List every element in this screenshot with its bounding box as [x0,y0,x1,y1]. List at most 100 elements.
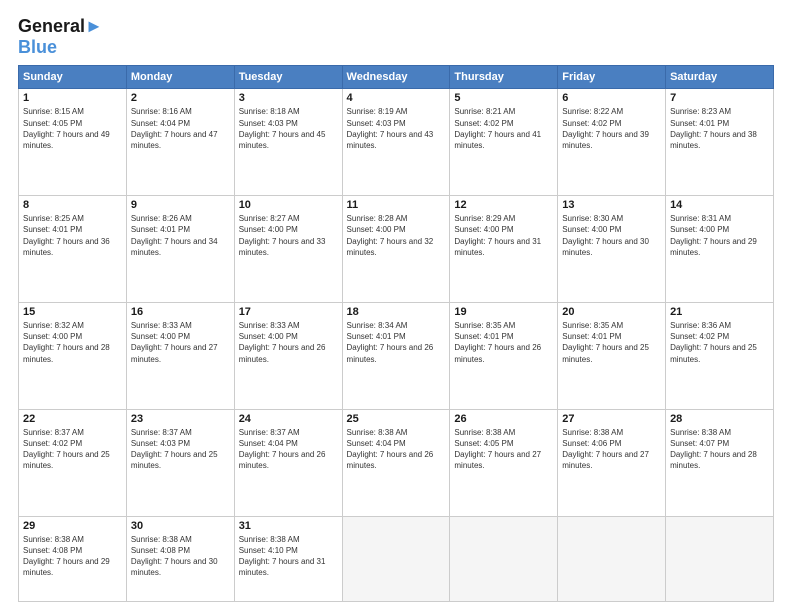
day-cell-15: 15 Sunrise: 8:32 AMSunset: 4:00 PMDayligh… [19,302,127,409]
day-cell-3: 3 Sunrise: 8:18 AMSunset: 4:03 PMDaylight… [234,89,342,196]
day-cell-1: 1 Sunrise: 8:15 AMSunset: 4:05 PMDaylight… [19,89,127,196]
header: General► Blue [18,16,774,57]
day-number: 22 [23,413,122,425]
week-row-3: 15 Sunrise: 8:32 AMSunset: 4:00 PMDayligh… [19,302,774,409]
day-info: Sunrise: 8:27 AMSunset: 4:00 PMDaylight:… [239,214,326,257]
day-number: 6 [562,92,661,104]
day-cell-4: 4 Sunrise: 8:19 AMSunset: 4:03 PMDaylight… [342,89,450,196]
day-cell-5: 5 Sunrise: 8:21 AMSunset: 4:02 PMDaylight… [450,89,558,196]
day-number: 1 [23,92,122,104]
day-info: Sunrise: 8:19 AMSunset: 4:03 PMDaylight:… [347,107,434,150]
day-number: 31 [239,520,338,532]
day-info: Sunrise: 8:32 AMSunset: 4:00 PMDaylight:… [23,321,110,364]
empty-cell [342,516,450,601]
day-info: Sunrise: 8:38 AMSunset: 4:08 PMDaylight:… [131,535,218,578]
weekday-header-thursday: Thursday [450,66,558,89]
empty-cell [450,516,558,601]
day-number: 12 [454,199,553,211]
day-info: Sunrise: 8:38 AMSunset: 4:10 PMDaylight:… [239,535,326,578]
day-number: 10 [239,199,338,211]
day-number: 5 [454,92,553,104]
day-cell-25: 25 Sunrise: 8:38 AMSunset: 4:04 PMDayligh… [342,409,450,516]
day-cell-8: 8 Sunrise: 8:25 AMSunset: 4:01 PMDaylight… [19,196,127,303]
day-cell-29: 29 Sunrise: 8:38 AMSunset: 4:08 PMDayligh… [19,516,127,601]
weekday-header-row: SundayMondayTuesdayWednesdayThursdayFrid… [19,66,774,89]
day-cell-17: 17 Sunrise: 8:33 AMSunset: 4:00 PMDayligh… [234,302,342,409]
day-cell-12: 12 Sunrise: 8:29 AMSunset: 4:00 PMDayligh… [450,196,558,303]
day-info: Sunrise: 8:22 AMSunset: 4:02 PMDaylight:… [562,107,649,150]
day-cell-16: 16Sunrise: 8:33 AMSunset: 4:00 PMDayligh… [126,302,234,409]
day-number: 11 [347,199,446,211]
day-number: 3 [239,92,338,104]
calendar-table: SundayMondayTuesdayWednesdayThursdayFrid… [18,65,774,602]
day-cell-9: 9 Sunrise: 8:26 AMSunset: 4:01 PMDaylight… [126,196,234,303]
week-row-1: 1 Sunrise: 8:15 AMSunset: 4:05 PMDaylight… [19,89,774,196]
weekday-header-saturday: Saturday [666,66,774,89]
day-cell-24: 24 Sunrise: 8:37 AMSunset: 4:04 PMDayligh… [234,409,342,516]
day-info: Sunrise: 8:38 AMSunset: 4:08 PMDaylight:… [23,535,110,578]
week-row-2: 8 Sunrise: 8:25 AMSunset: 4:01 PMDaylight… [19,196,774,303]
day-info: Sunrise: 8:33 AMSunset: 4:00 PMDaylight:… [239,321,326,364]
weekday-header-wednesday: Wednesday [342,66,450,89]
day-number: 14 [670,199,769,211]
day-info: Sunrise: 8:28 AMSunset: 4:00 PMDaylight:… [347,214,434,257]
day-cell-2: 2 Sunrise: 8:16 AMSunset: 4:04 PMDaylight… [126,89,234,196]
day-cell-21: 21Sunrise: 8:36 AMSunset: 4:02 PMDayligh… [666,302,774,409]
day-cell-6: 6 Sunrise: 8:22 AMSunset: 4:02 PMDaylight… [558,89,666,196]
day-number: 24 [239,413,338,425]
day-info: Sunrise: 8:37 AMSunset: 4:02 PMDaylight:… [23,428,110,471]
day-info: Sunrise: 8:38 AMSunset: 4:04 PMDaylight:… [347,428,434,471]
day-info: Sunrise: 8:35 AMSunset: 4:01 PMDaylight:… [562,321,649,364]
weekday-header-sunday: Sunday [19,66,127,89]
day-cell-27: 27Sunrise: 8:38 AMSunset: 4:06 PMDayligh… [558,409,666,516]
day-number: 23 [131,413,230,425]
day-info: Sunrise: 8:23 AMSunset: 4:01 PMDaylight:… [670,107,757,150]
day-cell-22: 22 Sunrise: 8:37 AMSunset: 4:02 PMDayligh… [19,409,127,516]
day-number: 17 [239,306,338,318]
day-info: Sunrise: 8:21 AMSunset: 4:02 PMDaylight:… [454,107,541,150]
day-cell-19: 19Sunrise: 8:35 AMSunset: 4:01 PMDayligh… [450,302,558,409]
day-number: 20 [562,306,661,318]
day-cell-7: 7 Sunrise: 8:23 AMSunset: 4:01 PMDaylight… [666,89,774,196]
day-info: Sunrise: 8:38 AMSunset: 4:07 PMDaylight:… [670,428,757,471]
day-number: 2 [131,92,230,104]
logo: General► Blue [18,16,103,57]
day-info: Sunrise: 8:38 AMSunset: 4:05 PMDaylight:… [454,428,541,471]
day-info: Sunrise: 8:30 AMSunset: 4:00 PMDaylight:… [562,214,649,257]
day-info: Sunrise: 8:29 AMSunset: 4:00 PMDaylight:… [454,214,541,257]
day-number: 29 [23,520,122,532]
day-info: Sunrise: 8:25 AMSunset: 4:01 PMDaylight:… [23,214,110,257]
day-number: 16 [131,306,230,318]
day-cell-26: 26Sunrise: 8:38 AMSunset: 4:05 PMDayligh… [450,409,558,516]
day-info: Sunrise: 8:18 AMSunset: 4:03 PMDaylight:… [239,107,326,150]
day-info: Sunrise: 8:26 AMSunset: 4:01 PMDaylight:… [131,214,218,257]
day-number: 13 [562,199,661,211]
day-info: Sunrise: 8:37 AMSunset: 4:04 PMDaylight:… [239,428,326,471]
day-number: 19 [454,306,553,318]
day-cell-20: 20 Sunrise: 8:35 AMSunset: 4:01 PMDayligh… [558,302,666,409]
day-number: 15 [23,306,122,318]
day-number: 4 [347,92,446,104]
week-row-4: 22 Sunrise: 8:37 AMSunset: 4:02 PMDayligh… [19,409,774,516]
day-number: 9 [131,199,230,211]
week-row-5: 29 Sunrise: 8:38 AMSunset: 4:08 PMDayligh… [19,516,774,601]
day-info: Sunrise: 8:15 AMSunset: 4:05 PMDaylight:… [23,107,110,150]
day-cell-11: 11 Sunrise: 8:28 AMSunset: 4:00 PMDayligh… [342,196,450,303]
weekday-header-friday: Friday [558,66,666,89]
empty-cell [558,516,666,601]
day-cell-18: 18 Sunrise: 8:34 AMSunset: 4:01 PMDayligh… [342,302,450,409]
day-info: Sunrise: 8:34 AMSunset: 4:01 PMDaylight:… [347,321,434,364]
day-number: 18 [347,306,446,318]
day-cell-10: 10 Sunrise: 8:27 AMSunset: 4:00 PMDayligh… [234,196,342,303]
day-number: 8 [23,199,122,211]
day-info: Sunrise: 8:31 AMSunset: 4:00 PMDaylight:… [670,214,757,257]
day-info: Sunrise: 8:37 AMSunset: 4:03 PMDaylight:… [131,428,218,471]
day-number: 7 [670,92,769,104]
day-cell-31: 31 Sunrise: 8:38 AMSunset: 4:10 PMDayligh… [234,516,342,601]
day-number: 30 [131,520,230,532]
empty-cell [666,516,774,601]
day-info: Sunrise: 8:16 AMSunset: 4:04 PMDaylight:… [131,107,218,150]
day-cell-14: 14 Sunrise: 8:31 AMSunset: 4:00 PMDayligh… [666,196,774,303]
day-info: Sunrise: 8:38 AMSunset: 4:06 PMDaylight:… [562,428,649,471]
day-number: 25 [347,413,446,425]
